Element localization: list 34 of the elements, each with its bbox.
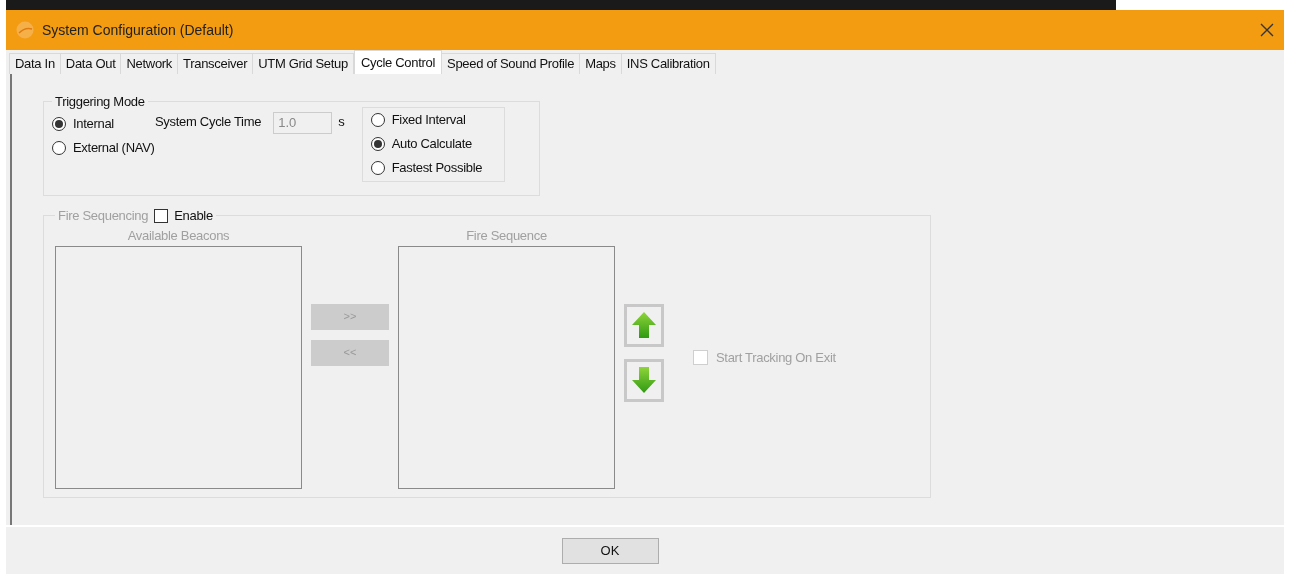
down-arrow-icon <box>631 366 657 394</box>
list-title: Available Beacons <box>127 226 230 245</box>
tab[interactable]: INS Calibration <box>620 53 716 74</box>
tab[interactable]: Cycle Control <box>353 50 443 74</box>
group-title: Fire Sequencing <box>58 207 149 225</box>
group-title: Triggering Mode <box>54 93 146 111</box>
tab[interactable]: UTM Grid Setup <box>252 53 354 74</box>
radio-button[interactable] <box>52 116 66 131</box>
unit-label: s <box>338 112 345 131</box>
tab[interactable]: Data In <box>9 53 61 74</box>
list-title: Fire Sequence <box>466 226 547 245</box>
radio-button[interactable] <box>370 136 385 151</box>
up-arrow-icon <box>631 311 657 339</box>
enable-label: Enable <box>174 207 213 225</box>
radio-button[interactable] <box>370 160 385 175</box>
start-tracking-checkbox[interactable] <box>693 349 708 365</box>
radio-label: Fixed Interval <box>391 110 466 129</box>
radio-label: Auto Calculate <box>391 134 472 153</box>
tab[interactable]: Speed of Sound Profile <box>441 53 581 74</box>
radio-button[interactable] <box>52 140 66 155</box>
window-title: System Configuration (Default) <box>42 20 234 40</box>
tab[interactable]: Maps <box>579 53 622 74</box>
enable-checkbox[interactable] <box>154 208 169 223</box>
radio-label: Internal <box>73 114 114 133</box>
move-up-button[interactable] <box>624 303 664 347</box>
ok-button[interactable]: OK <box>561 538 659 564</box>
radio-label: External (NAV) <box>73 138 155 157</box>
close-icon[interactable] <box>1260 23 1274 37</box>
start-tracking-label: Start Tracking On Exit <box>716 348 836 367</box>
radio-label: Fastest Possible <box>391 158 483 177</box>
move-down-button[interactable] <box>624 358 664 402</box>
cycle-time-label: System Cycle Time <box>155 112 262 131</box>
radio-button[interactable] <box>370 112 385 127</box>
app-logo-icon <box>16 21 34 39</box>
